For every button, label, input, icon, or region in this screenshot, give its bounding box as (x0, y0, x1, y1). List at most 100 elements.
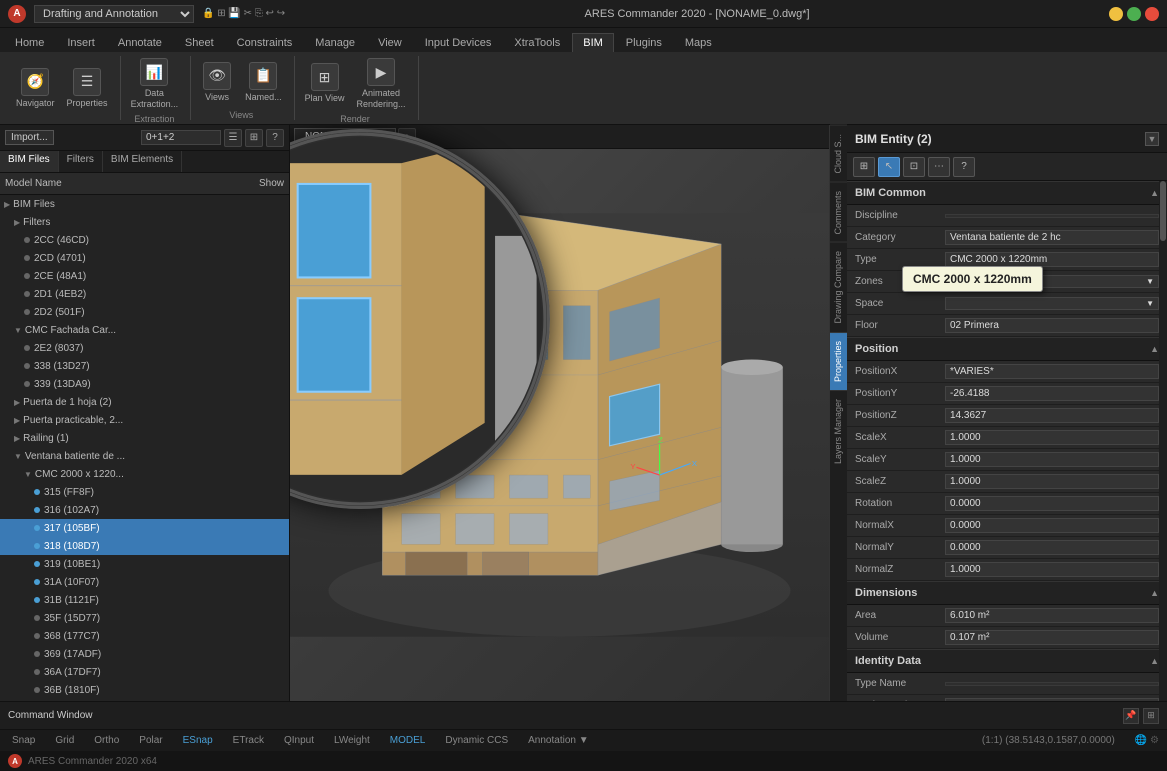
scrollbar-thumb[interactable] (1160, 181, 1166, 241)
side-tab-comments[interactable]: Comments (830, 182, 847, 243)
tab-constraints[interactable]: Constraints (226, 33, 304, 52)
tree-item[interactable]: 36A (17DF7) (0, 663, 289, 681)
side-tab-cloud[interactable]: Cloud S... (830, 125, 847, 182)
bim-tool-filter[interactable]: ⊡ (903, 157, 925, 177)
tab-maps[interactable]: Maps (674, 33, 723, 52)
bim-tool-more[interactable]: ⋯ (928, 157, 950, 177)
bim-close-btn[interactable]: ▼ (1145, 132, 1159, 146)
tree-item[interactable]: 31B (1121F) (0, 591, 289, 609)
prop-value-positionz[interactable]: 14.3627 (945, 408, 1159, 423)
tree-item[interactable]: ▶Puerta de 1 hoja (2) (0, 393, 289, 411)
nav-help-button[interactable]: ? (266, 129, 284, 147)
data-extraction-button[interactable]: 📊 DataExtraction... (127, 56, 183, 112)
status-grid[interactable]: Grid (51, 735, 78, 746)
status-etrack[interactable]: ETrack (229, 735, 268, 746)
section-position[interactable]: Position ▲ (847, 337, 1167, 361)
bim-tool-help[interactable]: ? (953, 157, 975, 177)
status-model[interactable]: MODEL (386, 735, 430, 746)
tree-item[interactable]: 317 (105BF) (0, 519, 289, 537)
tab-manage[interactable]: Manage (304, 33, 366, 52)
section-bim-common[interactable]: BIM Common ▲ (847, 181, 1167, 205)
tree-item[interactable]: 315 (FF8F) (0, 483, 289, 501)
bim-tool-select-all[interactable]: ⊞ (853, 157, 875, 177)
import-button[interactable]: Import... (5, 130, 54, 145)
bim-tab-filters[interactable]: Filters (59, 151, 103, 172)
status-qinput[interactable]: QInput (280, 735, 318, 746)
side-tab-compare[interactable]: Drawing Compare (830, 242, 847, 332)
vp-tab-noname[interactable]: NONAME_0.dwg* (294, 128, 396, 145)
tree-item[interactable]: ▼CMC Fachada Car... (0, 321, 289, 339)
tab-plugins[interactable]: Plugins (615, 33, 673, 52)
tab-annotate[interactable]: Annotate (107, 33, 173, 52)
prop-value-scalex[interactable]: 1.0000 (945, 430, 1159, 445)
tree-item[interactable]: ▼CMC 2000 x 1220... (0, 465, 289, 483)
tree-item[interactable]: 36B (1810F) (0, 681, 289, 699)
3d-viewport[interactable]: X Z Y (290, 149, 829, 701)
tree-item[interactable]: ▶Puerta practicable, 2... (0, 411, 289, 429)
tree-item[interactable]: 2CC (46CD) (0, 231, 289, 249)
maximize-button[interactable] (1127, 7, 1141, 21)
bim-panel-body[interactable]: BIM Common ▲ Discipline Category Ventana… (847, 181, 1167, 701)
animated-rendering-button[interactable]: ▶ AnimatedRendering... (352, 56, 409, 112)
tree-item[interactable]: 2E2 (8037) (0, 339, 289, 357)
tab-xtratools[interactable]: XtraTools (503, 33, 571, 52)
tree-item[interactable]: ▶CMC 1400 x 1220... (0, 699, 289, 701)
close-button[interactable] (1145, 7, 1159, 21)
views-button[interactable]: 👁 Views (197, 60, 237, 105)
status-lweight[interactable]: LWeight (330, 735, 374, 746)
status-ortho[interactable]: Ortho (90, 735, 123, 746)
prop-value-designoption[interactable]: None (945, 698, 1159, 701)
tree-item[interactable]: 318 (108D7) (0, 537, 289, 555)
side-tab-properties[interactable]: Properties (830, 332, 847, 390)
tree-item[interactable]: ▶Railing (1) (0, 429, 289, 447)
tree-item[interactable]: 319 (10BE1) (0, 555, 289, 573)
named-button[interactable]: 📋 Named... (241, 60, 286, 105)
tree-item[interactable]: 368 (177C7) (0, 627, 289, 645)
prop-value-area[interactable]: 6.010 m² (945, 608, 1159, 623)
command-expand-btn[interactable]: ⊞ (1143, 708, 1159, 724)
command-pin-btn[interactable]: 📌 (1123, 708, 1139, 724)
side-tab-layers[interactable]: Layers Manager (830, 390, 847, 472)
tab-bim[interactable]: BIM (572, 33, 614, 52)
tree-item[interactable]: 369 (17ADF) (0, 645, 289, 663)
tree-item[interactable]: 31A (10F07) (0, 573, 289, 591)
nav-menu-button[interactable]: ☰ (224, 129, 242, 147)
prop-value-positionx[interactable]: *VARIES* (945, 364, 1159, 379)
tab-view[interactable]: View (367, 33, 413, 52)
workspace-select[interactable]: Drafting and Annotation (34, 5, 194, 23)
tree-item[interactable]: 316 (102A7) (0, 501, 289, 519)
status-annotation[interactable]: Annotation ▼ (524, 735, 593, 746)
prop-value-normalz[interactable]: 1.0000 (945, 562, 1159, 577)
prop-value-normalx[interactable]: 0.0000 (945, 518, 1159, 533)
prop-value-typename[interactable] (945, 682, 1159, 686)
tree-item[interactable]: ▶BIM Files (0, 195, 289, 213)
bim-tab-elements[interactable]: BIM Elements (103, 151, 182, 172)
tree-item[interactable]: 338 (13D27) (0, 357, 289, 375)
bim-tab-files[interactable]: BIM Files (0, 151, 59, 172)
tree-item[interactable]: 2CE (48A1) (0, 267, 289, 285)
search-input[interactable] (141, 130, 221, 145)
prop-value-scaley[interactable]: 1.0000 (945, 452, 1159, 467)
prop-value-discipline[interactable] (945, 214, 1159, 218)
tree-item[interactable]: ▼Ventana batiente de ... (0, 447, 289, 465)
section-dimensions[interactable]: Dimensions ▲ (847, 581, 1167, 605)
prop-value-rotation[interactable]: 0.0000 (945, 496, 1159, 511)
tab-home[interactable]: Home (4, 33, 55, 52)
prop-value-positiony[interactable]: -26.4188 (945, 386, 1159, 401)
tree-item[interactable]: 35F (15D77) (0, 609, 289, 627)
status-polar[interactable]: Polar (135, 735, 166, 746)
tree-body[interactable]: ▶BIM Files▶Filters2CC (46CD)2CD (4701)2C… (0, 195, 289, 701)
prop-value-floor[interactable]: 02 Primera (945, 318, 1159, 333)
panel-scrollbar[interactable] (1159, 181, 1167, 701)
prop-value-scalez[interactable]: 1.0000 (945, 474, 1159, 489)
navigator-button[interactable]: 🧭 Navigator (12, 66, 59, 111)
tree-item[interactable]: 2CD (4701) (0, 249, 289, 267)
nav-grid-button[interactable]: ⊞ (245, 129, 263, 147)
plan-view-button[interactable]: ⊞ Plan View (301, 61, 349, 106)
tab-sheet[interactable]: Sheet (174, 33, 225, 52)
command-input[interactable] (100, 710, 1123, 721)
status-snap[interactable]: Snap (8, 735, 39, 746)
tree-item[interactable]: 2D2 (501F) (0, 303, 289, 321)
minimize-button[interactable] (1109, 7, 1123, 21)
section-identity[interactable]: Identity Data ▲ (847, 649, 1167, 673)
